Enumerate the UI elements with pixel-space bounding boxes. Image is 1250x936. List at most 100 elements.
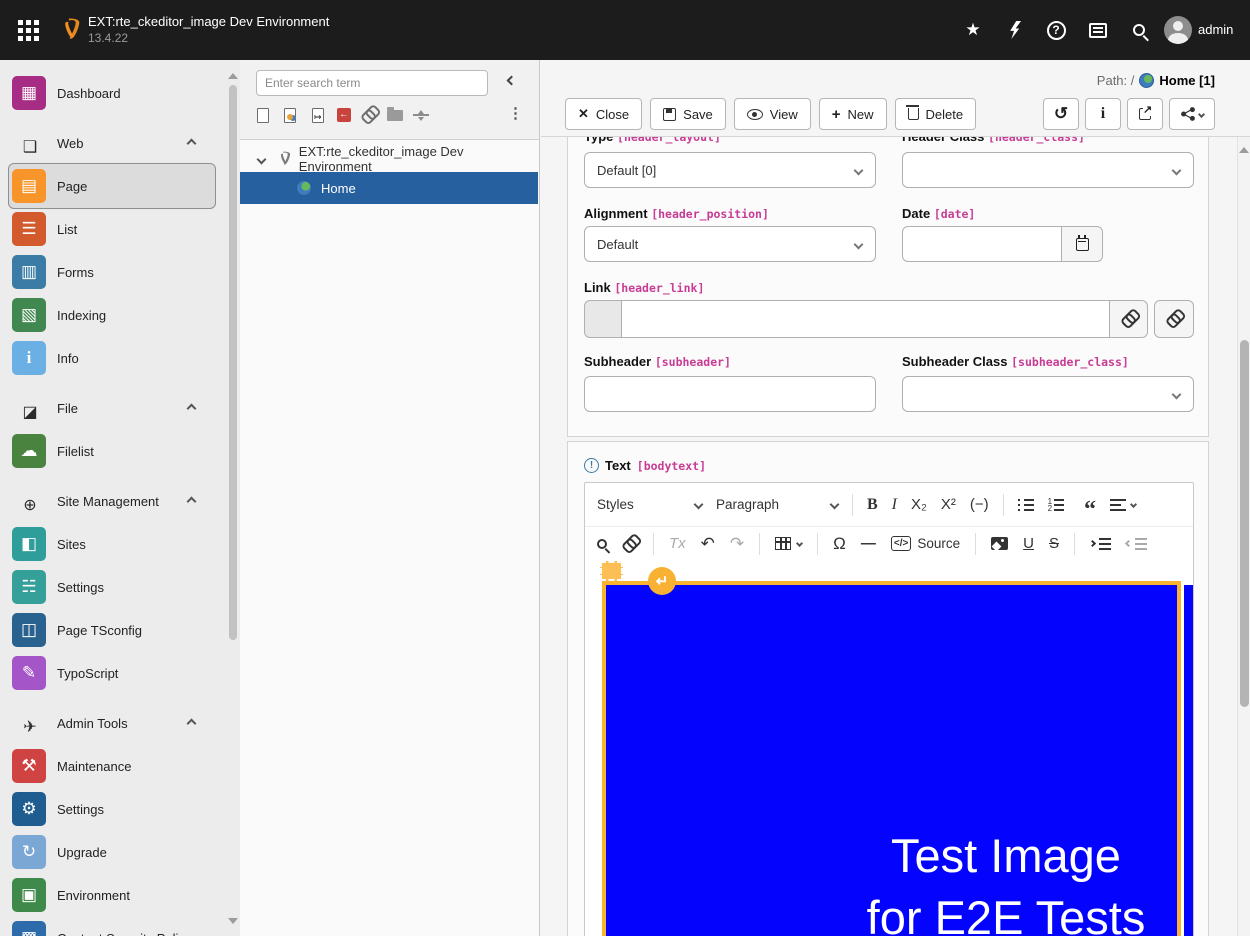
- new-spacer-icon[interactable]: [410, 104, 432, 126]
- paragraph-format-dropdown[interactable]: Paragraph: [716, 497, 838, 512]
- subscript-icon[interactable]: X₂: [911, 496, 927, 513]
- tree-expand-chevron-icon[interactable]: [257, 154, 267, 164]
- sidebar-item-page[interactable]: ▤ Page: [0, 165, 240, 207]
- sidebar-item-sites[interactable]: ◧ Sites: [0, 523, 240, 565]
- typo3-logo[interactable]: [56, 16, 82, 44]
- insert-table-icon[interactable]: [775, 537, 802, 550]
- sidebar-item-filelist[interactable]: ☁ Filelist: [0, 430, 240, 472]
- tree-home-label[interactable]: Home: [321, 181, 356, 196]
- indent-icon[interactable]: [1090, 538, 1111, 550]
- numbered-list-icon[interactable]: 12: [1048, 498, 1070, 512]
- new-folder-icon[interactable]: [384, 104, 406, 126]
- log-icon[interactable]: [1086, 18, 1110, 42]
- sidebar-group-admin-tools[interactable]: ✈ Admin Tools: [0, 706, 240, 740]
- collapse-chevron-icon[interactable]: [187, 719, 197, 729]
- link-icon[interactable]: [622, 539, 638, 549]
- collapse-chevron-icon[interactable]: [187, 404, 197, 414]
- sidebar-item-settings-admin[interactable]: ⚙ Settings: [0, 788, 240, 830]
- tree-search-input[interactable]: [256, 70, 488, 96]
- sidebar-item-forms[interactable]: ▥ Forms: [0, 251, 240, 293]
- sidebar-group-site-management[interactable]: ⊕ Site Management: [0, 484, 240, 518]
- info-button[interactable]: i: [1085, 98, 1121, 130]
- sidebar-item-environment[interactable]: ▣ Environment: [0, 874, 240, 916]
- type-select[interactable]: Default [0]: [584, 152, 876, 188]
- block-quote-icon[interactable]: “: [1084, 495, 1096, 515]
- new-page-content-icon[interactable]: [279, 104, 301, 126]
- new-page-icon[interactable]: [252, 104, 274, 126]
- subheader-input[interactable]: [584, 376, 876, 412]
- open-in-new-button[interactable]: [1127, 98, 1163, 130]
- sidebar-group-file[interactable]: ◪ File: [0, 391, 240, 425]
- alignment-select[interactable]: Default: [584, 226, 876, 262]
- more-menu-icon[interactable]: ⋮: [508, 104, 523, 122]
- horizontal-line-icon[interactable]: —: [861, 535, 876, 552]
- sidebar-item-upgrade[interactable]: ↻ Upgrade: [0, 831, 240, 873]
- new-link-icon[interactable]: [358, 104, 380, 126]
- special-char-icon[interactable]: Ω: [833, 534, 846, 554]
- superscript-icon[interactable]: X²: [941, 496, 956, 513]
- tree-root-node[interactable]: EXT:rte_ckeditor_image Dev Environment: [240, 144, 538, 174]
- italic-icon[interactable]: I: [892, 496, 897, 514]
- search-icon[interactable]: [1127, 18, 1151, 42]
- sidebar-item-dashboard[interactable]: ▦ Dashboard: [0, 72, 240, 114]
- new-button[interactable]: +New: [819, 98, 887, 130]
- help-icon[interactable]: ?: [1044, 18, 1068, 42]
- flush-cache-bolt-icon[interactable]: [1003, 18, 1027, 42]
- outdent-icon[interactable]: [1126, 538, 1147, 550]
- tree-root-label[interactable]: EXT:rte_ckeditor_image Dev Environment: [299, 144, 538, 174]
- content-scrollbar[interactable]: [1237, 137, 1250, 936]
- insert-image-icon[interactable]: [991, 537, 1008, 550]
- rte-content-area[interactable]: ↵ Test Image for E2E Tests: [585, 561, 1194, 936]
- link-input[interactable]: [622, 300, 1110, 338]
- soft-hyphen-icon[interactable]: (−): [970, 496, 989, 513]
- share-button[interactable]: [1169, 98, 1215, 130]
- alignment-icon[interactable]: [1110, 499, 1136, 511]
- find-replace-icon[interactable]: [597, 539, 607, 549]
- sidebar-group-web[interactable]: ❑ Web: [0, 126, 240, 160]
- avatar[interactable]: [1164, 16, 1192, 44]
- scroll-up-arrow[interactable]: [1239, 142, 1249, 153]
- sidebar-item-typoscript[interactable]: ✎ TypoScript: [0, 652, 240, 694]
- sidebar-item-info[interactable]: i Info: [0, 337, 240, 379]
- scroll-down-arrow[interactable]: [228, 918, 238, 929]
- subheader-class-select[interactable]: [902, 376, 1194, 412]
- redo-icon[interactable]: ↷: [730, 534, 744, 554]
- header-class-select[interactable]: [902, 152, 1194, 188]
- strikethrough-icon[interactable]: S: [1049, 535, 1059, 552]
- save-button[interactable]: Save: [650, 98, 726, 130]
- source-button[interactable]: </>Source: [891, 536, 960, 551]
- sidebar-item-list[interactable]: ☰ List: [0, 208, 240, 250]
- undo-icon[interactable]: ↶: [701, 534, 715, 554]
- bulleted-list-icon[interactable]: [1018, 499, 1034, 511]
- delete-button[interactable]: Delete: [895, 98, 977, 130]
- collapse-tree-icon[interactable]: [507, 76, 517, 86]
- date-input[interactable]: [902, 226, 1062, 262]
- new-mount-page-icon[interactable]: ←: [333, 104, 355, 126]
- sidebar-item-indexing[interactable]: ▧ Indexing: [0, 294, 240, 336]
- view-button[interactable]: View: [734, 98, 811, 130]
- content-scrollbar-thumb[interactable]: [1240, 340, 1249, 707]
- sidebar-scrollbar[interactable]: [226, 60, 240, 936]
- remove-format-icon[interactable]: Tx: [669, 535, 686, 552]
- apps-grid-icon[interactable]: [18, 20, 39, 41]
- sidebar-item-page-tsconfig[interactable]: ◫ Page TSconfig: [0, 609, 240, 651]
- insert-paragraph-button[interactable]: ↵: [648, 567, 676, 595]
- styles-dropdown[interactable]: Styles: [597, 497, 702, 512]
- date-picker-button[interactable]: [1061, 226, 1103, 262]
- new-shortcut-page-icon[interactable]: ↦: [307, 104, 329, 126]
- page-title[interactable]: Home [1]: [1159, 73, 1215, 88]
- collapse-chevron-icon[interactable]: [187, 139, 197, 149]
- link-browser-button[interactable]: [1110, 300, 1148, 338]
- bold-icon[interactable]: B: [867, 496, 878, 514]
- tree-node-home-selected[interactable]: Home: [240, 172, 538, 204]
- field-info-icon[interactable]: !: [584, 458, 599, 473]
- username[interactable]: admin: [1198, 22, 1233, 37]
- collapse-chevron-icon[interactable]: [187, 497, 197, 507]
- sidebar-item-maintenance[interactable]: ⚒ Maintenance: [0, 745, 240, 787]
- sidebar-item-csp[interactable]: ▩ Content Security Policy: [0, 917, 240, 936]
- sidebar-item-settings-site[interactable]: ☵ Settings: [0, 566, 240, 608]
- bookmark-star-icon[interactable]: ★: [961, 18, 985, 42]
- link-popup-button[interactable]: [1154, 300, 1194, 338]
- underline-icon[interactable]: U: [1023, 535, 1034, 552]
- close-button[interactable]: ✕Close: [565, 98, 642, 130]
